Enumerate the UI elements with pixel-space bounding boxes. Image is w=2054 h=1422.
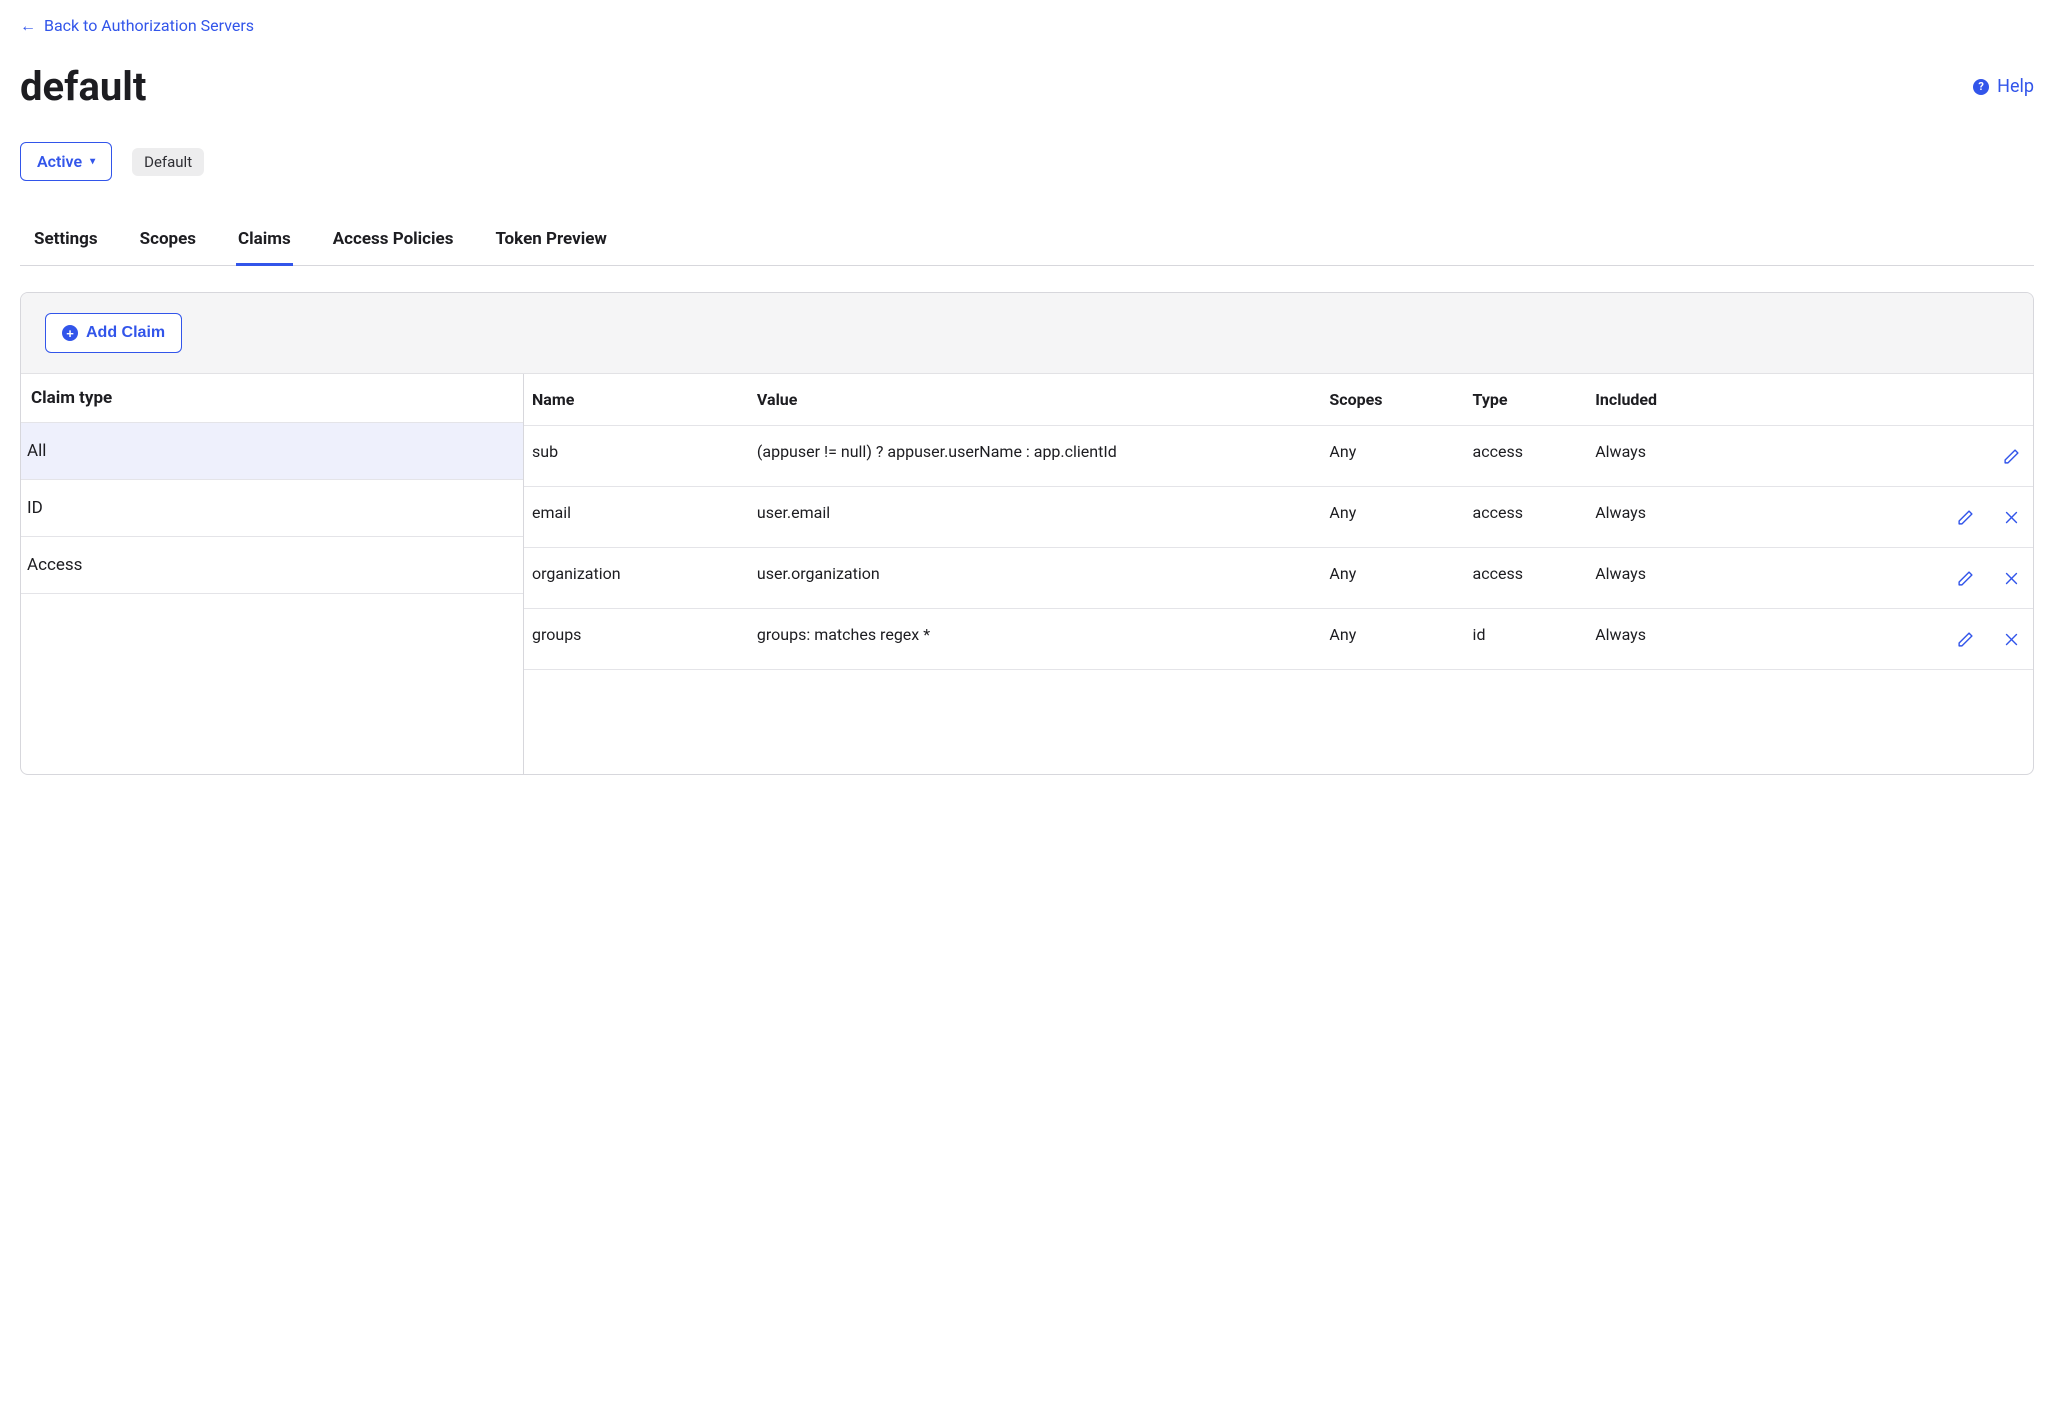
cell-value: user.organization	[749, 548, 1322, 609]
default-badge: Default	[132, 148, 204, 176]
cell-actions	[1812, 426, 2033, 487]
cell-value: groups: matches regex *	[749, 609, 1322, 670]
add-claim-button[interactable]: + Add Claim	[45, 313, 182, 353]
back-link[interactable]: ← Back to Authorization Servers	[20, 16, 254, 35]
help-icon: ?	[1973, 79, 1989, 95]
col-header-included: Included	[1587, 374, 1812, 426]
claims-panel: + Add Claim Claim type AllIDAccess Name …	[20, 292, 2034, 775]
col-header-scopes: Scopes	[1321, 374, 1464, 426]
cell-scopes: Any	[1321, 487, 1464, 548]
tab-claims[interactable]: Claims	[236, 219, 293, 266]
plus-icon: +	[62, 325, 78, 341]
status-dropdown[interactable]: Active ▾	[20, 142, 112, 181]
cell-name: groups	[524, 609, 749, 670]
claim-type-sidebar: Claim type AllIDAccess	[21, 374, 524, 774]
cell-name: email	[524, 487, 749, 548]
arrow-left-icon: ←	[20, 18, 36, 34]
cell-included: Always	[1587, 487, 1812, 548]
tab-token-preview[interactable]: Token Preview	[493, 219, 608, 266]
claim-type-header: Claim type	[21, 374, 523, 423]
cell-value: user.email	[749, 487, 1322, 548]
edit-icon[interactable]	[1951, 503, 1979, 531]
table-row: sub(appuser != null) ? appuser.userName …	[524, 426, 2033, 487]
page-title: default	[20, 63, 146, 110]
cell-type: id	[1465, 609, 1588, 670]
cell-included: Always	[1587, 609, 1812, 670]
edit-icon[interactable]	[1997, 442, 2025, 470]
add-claim-label: Add Claim	[86, 324, 165, 342]
cell-scopes: Any	[1321, 548, 1464, 609]
help-label: Help	[1997, 76, 2034, 97]
tab-settings[interactable]: Settings	[32, 219, 100, 266]
delete-icon[interactable]	[1997, 625, 2025, 653]
back-link-label: Back to Authorization Servers	[44, 16, 254, 35]
cell-scopes: Any	[1321, 609, 1464, 670]
cell-type: access	[1465, 548, 1588, 609]
cell-actions	[1812, 487, 2033, 548]
cell-actions	[1812, 548, 2033, 609]
cell-value: (appuser != null) ? appuser.userName : a…	[749, 426, 1322, 487]
status-label: Active	[37, 152, 82, 171]
cell-actions	[1812, 609, 2033, 670]
cell-type: access	[1465, 487, 1588, 548]
tab-scopes[interactable]: Scopes	[138, 219, 198, 266]
sidebar-item-all[interactable]: All	[21, 423, 523, 480]
table-row: emailuser.emailAnyaccessAlways	[524, 487, 2033, 548]
table-row: groupsgroups: matches regex *AnyidAlways	[524, 609, 2033, 670]
edit-icon[interactable]	[1951, 564, 1979, 592]
cell-name: sub	[524, 426, 749, 487]
col-header-name: Name	[524, 374, 749, 426]
cell-type: access	[1465, 426, 1588, 487]
cell-included: Always	[1587, 548, 1812, 609]
delete-icon[interactable]	[1997, 564, 2025, 592]
help-link[interactable]: ? Help	[1973, 76, 2034, 97]
tab-access-policies[interactable]: Access Policies	[331, 219, 456, 266]
chevron-down-icon: ▾	[90, 156, 95, 167]
col-header-type: Type	[1465, 374, 1588, 426]
delete-icon[interactable]	[1997, 503, 2025, 531]
sidebar-item-id[interactable]: ID	[21, 480, 523, 537]
edit-icon[interactable]	[1951, 625, 1979, 653]
cell-included: Always	[1587, 426, 1812, 487]
claims-table: Name Value Scopes Type Included sub(appu…	[524, 374, 2033, 670]
cell-name: organization	[524, 548, 749, 609]
sidebar-item-access[interactable]: Access	[21, 537, 523, 594]
col-header-value: Value	[749, 374, 1322, 426]
cell-scopes: Any	[1321, 426, 1464, 487]
table-row: organizationuser.organizationAnyaccessAl…	[524, 548, 2033, 609]
